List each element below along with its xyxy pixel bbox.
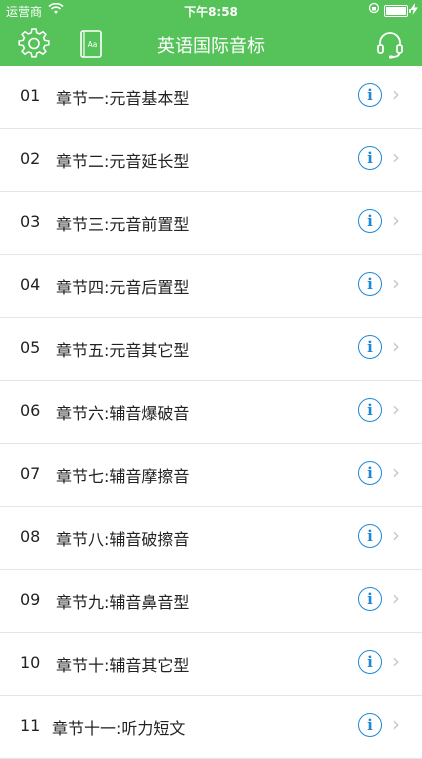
- chapter-number: 09: [20, 590, 41, 609]
- chevron-right-icon: ›: [392, 649, 400, 673]
- chapter-number: 11: [20, 716, 41, 735]
- list-item[interactable]: 09 章节九:辅音鼻音型 i ›: [0, 570, 422, 633]
- chevron-right-icon: ›: [392, 334, 400, 358]
- page-title: 英语国际音标: [157, 36, 265, 57]
- chapter-number: 04: [20, 275, 41, 294]
- list-item[interactable]: 05 章节五:元音其它型 i ›: [0, 318, 422, 381]
- nav-bar: Aa 英语国际音标: [0, 22, 422, 66]
- list-item[interactable]: 10 章节十:辅音其它型 i ›: [0, 633, 422, 696]
- chevron-right-icon: ›: [392, 586, 400, 610]
- info-icon[interactable]: i: [358, 713, 382, 737]
- chapter-title: 章节六:辅音爆破音: [56, 404, 190, 423]
- chevron-right-icon: ›: [392, 208, 400, 232]
- info-icon[interactable]: i: [358, 461, 382, 485]
- chapter-number: 08: [20, 527, 41, 546]
- chevron-right-icon: ›: [392, 397, 400, 421]
- info-icon[interactable]: i: [358, 335, 382, 359]
- chapter-title: 章节二:元音延长型: [56, 152, 190, 171]
- chapter-number: 06: [20, 401, 41, 420]
- status-time: 下午8:58: [184, 5, 238, 19]
- chapter-number: 01: [20, 86, 41, 105]
- chevron-right-icon: ›: [392, 712, 400, 736]
- chapter-title: 章节十:辅音其它型: [56, 656, 190, 675]
- list-item[interactable]: 03 章节三:元音前置型 i ›: [0, 192, 422, 255]
- info-icon[interactable]: i: [358, 146, 382, 170]
- chapter-title: 章节四:元音后置型: [56, 278, 190, 297]
- chapter-title: 章节八:辅音破擦音: [56, 530, 190, 549]
- chapter-title: 章节五:元音其它型: [56, 341, 190, 360]
- chapter-title: 章节一:元音基本型: [56, 89, 190, 108]
- list-item[interactable]: 07 章节七:辅音摩擦音 i ›: [0, 444, 422, 507]
- rotation-lock-icon: [368, 2, 380, 17]
- chevron-right-icon: ›: [392, 271, 400, 295]
- status-bar: 运营商 下午8:58: [0, 0, 422, 22]
- info-icon[interactable]: i: [358, 587, 382, 611]
- chapter-number: 10: [20, 653, 41, 672]
- chapter-number: 02: [20, 149, 41, 168]
- chapter-number: 03: [20, 212, 41, 231]
- chevron-right-icon: ›: [392, 523, 400, 547]
- chevron-right-icon: ›: [392, 145, 400, 169]
- info-icon[interactable]: i: [358, 83, 382, 107]
- charging-icon: [410, 3, 418, 18]
- chapter-title: 章节十一:听力短文: [52, 719, 186, 738]
- chevron-right-icon: ›: [392, 460, 400, 484]
- chapter-title: 章节七:辅音摩擦音: [56, 467, 190, 486]
- chevron-right-icon: ›: [392, 82, 400, 106]
- list-item[interactable]: 06 章节六:辅音爆破音 i ›: [0, 381, 422, 444]
- info-icon[interactable]: i: [358, 650, 382, 674]
- headset-icon[interactable]: [374, 28, 406, 60]
- info-icon[interactable]: i: [358, 524, 382, 548]
- chapter-number: 07: [20, 464, 41, 483]
- list-item[interactable]: 01 章节一:元音基本型 i ›: [0, 66, 422, 129]
- chapter-title: 章节九:辅音鼻音型: [56, 593, 190, 612]
- list-item[interactable]: 04 章节四:元音后置型 i ›: [0, 255, 422, 318]
- list-item[interactable]: 08 章节八:辅音破擦音 i ›: [0, 507, 422, 570]
- chapter-title: 章节三:元音前置型: [56, 215, 190, 234]
- chapter-list: 01 章节一:元音基本型 i › 02 章节二:元音延长型 i › 03 章节三…: [0, 66, 422, 759]
- info-icon[interactable]: i: [358, 398, 382, 422]
- battery-icon: [384, 5, 411, 17]
- chapter-number: 05: [20, 338, 41, 357]
- info-icon[interactable]: i: [358, 209, 382, 233]
- top-bar: 运营商 下午8:58 Aa 英语国际音标: [0, 0, 422, 66]
- list-item[interactable]: 02 章节二:元音延长型 i ›: [0, 129, 422, 192]
- info-icon[interactable]: i: [358, 272, 382, 296]
